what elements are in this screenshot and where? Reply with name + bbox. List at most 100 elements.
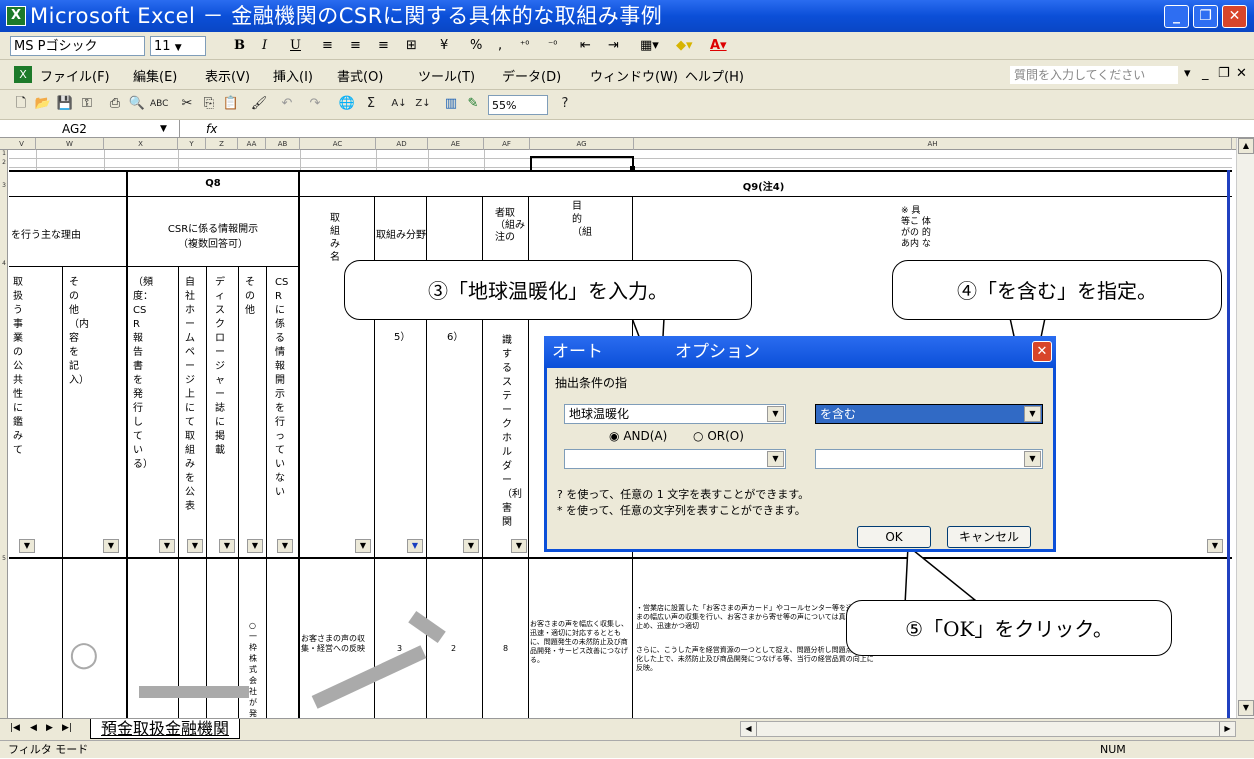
drawing-icon[interactable]: ✎ — [464, 95, 482, 113]
autofilter-dropdown[interactable]: ▼ — [247, 539, 263, 553]
formula-input[interactable] — [228, 120, 1254, 138]
chart-wizard-icon[interactable]: ▥ — [442, 95, 460, 113]
workbook-icon[interactable]: X — [14, 66, 32, 83]
menu-data[interactable]: データ(D) — [502, 66, 561, 85]
currency-icon[interactable]: ¥ — [440, 36, 448, 56]
column-header[interactable]: Y — [178, 138, 206, 150]
autosum-icon[interactable]: Σ — [362, 95, 380, 113]
chevron-down-icon[interactable]: ▼ — [767, 406, 784, 422]
autofilter-dropdown[interactable]: ▼ — [159, 539, 175, 553]
autofilter-dropdown[interactable]: ▼ — [19, 539, 35, 553]
menu-help[interactable]: ヘルプ(H) — [685, 66, 744, 85]
chevron-down-icon[interactable]: ▼ — [1024, 406, 1041, 422]
menu-window[interactable]: ウィンドウ(W) — [590, 66, 678, 85]
underline-button[interactable]: U — [290, 36, 301, 56]
menu-file[interactable]: ファイル(F) — [40, 66, 110, 85]
open-icon[interactable]: 📂 — [34, 95, 52, 113]
help-icon[interactable]: ? — [556, 95, 574, 113]
column-header[interactable]: AE — [428, 138, 484, 150]
column-header[interactable]: Z — [206, 138, 238, 150]
chevron-down-icon[interactable]: ▼ — [1024, 451, 1041, 467]
chevron-down-icon[interactable]: ▼ — [767, 451, 784, 467]
column-header[interactable]: W — [36, 138, 104, 150]
function-icon[interactable]: fx — [206, 120, 217, 138]
menu-edit[interactable]: 編集(E) — [133, 66, 177, 85]
ok-button[interactable]: OK — [857, 526, 931, 548]
print-preview-icon[interactable]: 🔍 — [128, 95, 146, 113]
name-box[interactable]: AG2 — [0, 120, 180, 138]
row-header[interactable]: 1 — [0, 150, 8, 157]
cut-icon[interactable]: ✂ — [178, 95, 196, 113]
menu-format[interactable]: 書式(O) — [337, 66, 383, 85]
column-header[interactable]: X — [104, 138, 178, 150]
italic-button[interactable]: I — [262, 36, 267, 56]
autofilter-dropdown[interactable]: ▼ — [187, 539, 203, 553]
font-name-combo[interactable]: MS Pゴシック — [10, 36, 145, 56]
save-icon[interactable]: 💾 — [56, 95, 74, 113]
scroll-right-icon[interactable]: ▶ — [1219, 722, 1235, 736]
operator-combo-1[interactable]: を含む ▼ — [815, 404, 1043, 424]
criteria-value-combo-2[interactable]: ▼ — [564, 449, 786, 469]
row-header[interactable]: 4 — [0, 260, 8, 267]
spelling-icon[interactable]: ABC — [150, 95, 168, 113]
menu-insert[interactable]: 挿入(I) — [273, 66, 313, 85]
dialog-close-icon[interactable]: ✕ — [1032, 341, 1052, 362]
autofilter-dropdown[interactable]: ▼ — [103, 539, 119, 553]
align-right-icon[interactable]: ≡ — [378, 36, 389, 56]
permission-icon[interactable]: ⚿ — [78, 95, 96, 113]
hyperlink-icon[interactable]: 🌐 — [338, 95, 356, 113]
format-painter-icon[interactable]: 🖌 — [250, 95, 268, 113]
copy-icon[interactable]: ⎘ — [200, 95, 218, 113]
scroll-up-icon[interactable]: ▲ — [1238, 138, 1254, 154]
column-header[interactable]: AF — [484, 138, 530, 150]
column-header[interactable]: AG — [530, 138, 634, 150]
scroll-down-icon[interactable]: ▼ — [1238, 700, 1254, 716]
column-header[interactable]: AB — [266, 138, 300, 150]
help-search-input[interactable]: 質問を入力してください — [1010, 66, 1178, 84]
bold-button[interactable]: B — [234, 36, 245, 56]
autofilter-dropdown[interactable]: ▼ — [277, 539, 293, 553]
autofilter-dropdown[interactable]: ▼ — [511, 539, 527, 553]
outdent-icon[interactable]: ⇤ — [580, 36, 591, 56]
redo-icon[interactable]: ↷ — [306, 95, 324, 113]
and-radio[interactable]: ◉ AND(A) — [609, 429, 667, 443]
borders-icon[interactable]: ▦▾ — [640, 36, 659, 56]
font-size-combo[interactable]: 11 ▼ — [150, 36, 206, 56]
column-header[interactable]: V — [8, 138, 36, 150]
first-sheet-icon[interactable]: |◀ — [10, 723, 20, 733]
next-sheet-icon[interactable]: ▶ — [46, 723, 53, 733]
new-icon[interactable]: 🗋 — [12, 95, 30, 113]
chevron-down-icon[interactable]: ▾ — [1184, 66, 1191, 81]
autofilter-dropdown[interactable]: ▼ — [355, 539, 371, 553]
restore-button[interactable]: ❐ — [1193, 5, 1218, 28]
sort-descending-icon[interactable]: Z↓ — [414, 95, 432, 113]
criteria-value-combo-1[interactable]: 地球温暖化 ▼ — [564, 404, 786, 424]
menu-view[interactable]: 表示(V) — [205, 66, 250, 85]
row-header[interactable]: 3 — [0, 182, 8, 189]
row-header[interactable]: 5 — [0, 555, 8, 562]
column-header[interactable]: AH — [634, 138, 1232, 150]
percent-button[interactable]: % — [470, 36, 482, 56]
column-header[interactable]: AC — [300, 138, 376, 150]
sort-ascending-icon[interactable]: A↓ — [390, 95, 408, 113]
column-header[interactable]: AD — [376, 138, 428, 150]
zoom-combo[interactable]: 55% — [488, 95, 548, 115]
decrease-decimal-icon[interactable]: ⁻⁰ — [548, 36, 557, 56]
print-icon[interactable]: ⎙ — [106, 95, 124, 113]
prev-sheet-icon[interactable]: ◀ — [30, 723, 37, 733]
autofilter-dropdown[interactable]: ▼ — [1207, 539, 1223, 553]
sheet-tab-active[interactable]: 預金取扱金融機関 — [90, 719, 241, 739]
row-header[interactable]: 2 — [0, 159, 8, 166]
indent-icon[interactable]: ⇥ — [608, 36, 619, 56]
column-header[interactable]: AA — [238, 138, 266, 150]
scroll-left-icon[interactable]: ◀ — [741, 722, 757, 736]
vertical-scrollbar[interactable]: ▲ ▼ — [1236, 138, 1254, 718]
undo-icon[interactable]: ↶ — [278, 95, 296, 113]
selected-cell[interactable] — [530, 156, 634, 170]
close-button[interactable]: ✕ — [1222, 5, 1247, 28]
operator-combo-2[interactable]: ▼ — [815, 449, 1043, 469]
doc-minimize-icon[interactable]: _ — [1202, 66, 1209, 81]
or-radio[interactable]: ○ OR(O) — [693, 429, 744, 443]
autofilter-dropdown[interactable]: ▼ — [463, 539, 479, 553]
horizontal-scrollbar[interactable]: ◀ ▶ — [740, 721, 1236, 737]
